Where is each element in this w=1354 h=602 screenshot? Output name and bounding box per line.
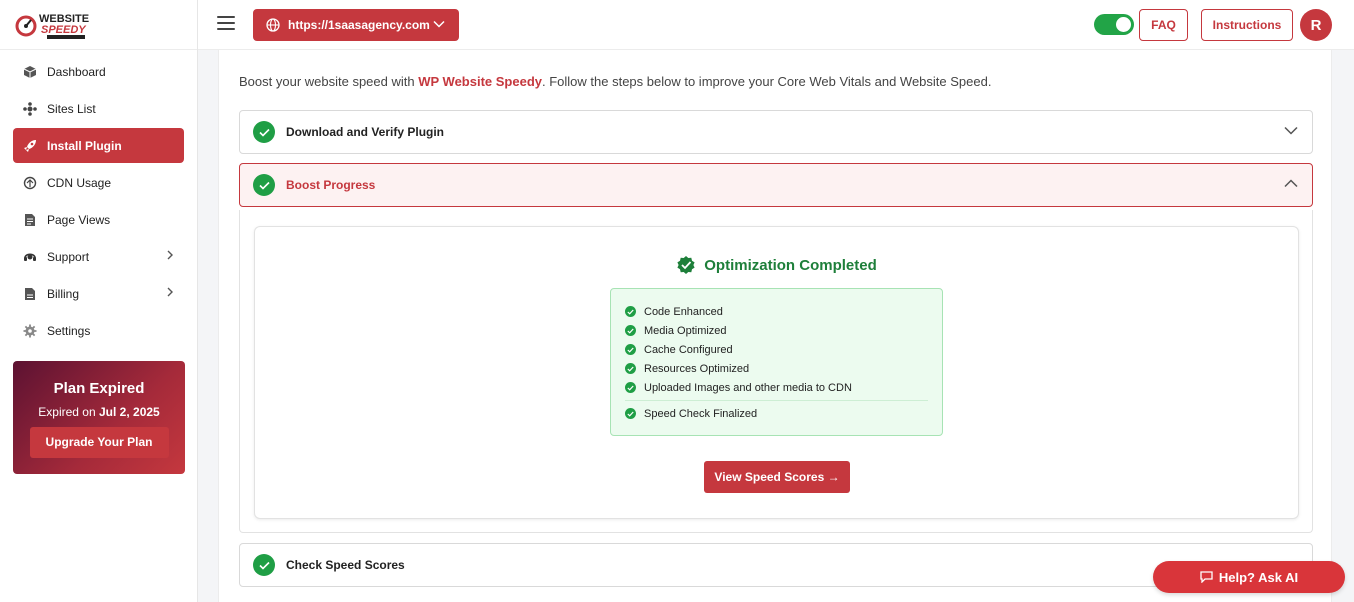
- optimization-steps-list: Code Enhanced Media Optimized Cache Conf…: [610, 288, 943, 436]
- sidebar-item-label: CDN Usage: [47, 175, 112, 190]
- svg-text:SPEEDY: SPEEDY: [41, 24, 87, 36]
- chevron-down-icon: [433, 20, 445, 28]
- gear-icon: [21, 322, 39, 340]
- list-item: Resources Optimized: [625, 359, 928, 378]
- site-selector-dropdown[interactable]: https://1saasagency.com: [253, 9, 459, 41]
- sidebar-item-billing[interactable]: Billing: [13, 276, 184, 311]
- chevron-down-icon: [1284, 126, 1298, 135]
- chevron-up-icon: [1284, 179, 1298, 188]
- billing-icon: [21, 285, 39, 303]
- sidebar-item-cdn-usage[interactable]: CDN Usage: [13, 165, 184, 200]
- document-icon: [21, 211, 39, 229]
- sidebar-item-label: Support: [47, 249, 90, 264]
- sidebar-item-sites-list[interactable]: Sites List: [13, 91, 184, 126]
- list-item: Speed Check Finalized: [625, 404, 928, 423]
- accordion-label: Download and Verify Plugin: [286, 125, 445, 139]
- headset-icon: [21, 248, 39, 266]
- accordion-download-verify-plugin[interactable]: Download and Verify Plugin: [239, 110, 1313, 154]
- list-item: Cache Configured: [625, 340, 928, 359]
- sidebar-item-label: Billing: [47, 286, 80, 301]
- check-circle-icon: [625, 363, 636, 374]
- accordion-label: Check Speed Scores: [286, 558, 405, 572]
- mode-toggle[interactable]: [1094, 14, 1134, 35]
- optimization-title: Optimization Completed: [255, 255, 1298, 275]
- sidebar-item-label: Page Views: [47, 212, 111, 227]
- check-circle-icon: [625, 325, 636, 336]
- sites-icon: [21, 100, 39, 118]
- logo[interactable]: WEBSITE SPEEDY: [0, 0, 197, 50]
- sidebar-item-settings[interactable]: Settings: [13, 313, 184, 348]
- optimization-card: Optimization Completed Code Enhanced Med…: [254, 226, 1299, 519]
- check-circle-icon: [625, 306, 636, 317]
- chevron-right-icon: [167, 287, 173, 297]
- sidebar-item-install-plugin[interactable]: Install Plugin: [13, 128, 184, 163]
- verified-badge-icon: [677, 256, 695, 274]
- list-item: Code Enhanced: [625, 302, 928, 321]
- main-content: Boost your website speed with WP Website…: [218, 50, 1332, 602]
- check-circle-icon: [625, 344, 636, 355]
- plan-expired-card: Plan Expired Expired on Jul 2, 2025 Upgr…: [13, 361, 185, 474]
- intro-text: Boost your website speed with WP Website…: [239, 74, 992, 89]
- accordion-boost-progress[interactable]: Boost Progress: [239, 163, 1313, 207]
- sidebar-item-label: Sites List: [47, 101, 96, 116]
- rocket-icon: [21, 137, 39, 155]
- view-speed-scores-button[interactable]: View Speed Scores →: [704, 461, 850, 493]
- brand-name: WP Website Speedy: [418, 74, 542, 89]
- site-url: https://1saasagency.com: [288, 18, 430, 32]
- speedometer-logo-icon: WEBSITE SPEEDY: [15, 13, 89, 39]
- boost-progress-panel: Optimization Completed Code Enhanced Med…: [239, 210, 1313, 533]
- cdn-icon: [21, 174, 39, 192]
- plan-expiry-date: Jul 2, 2025: [99, 405, 160, 419]
- cube-icon: [21, 63, 39, 81]
- sidebar-item-support[interactable]: Support: [13, 239, 184, 274]
- sidebar: WEBSITE SPEEDY Dashboard Sites List Inst…: [0, 0, 198, 602]
- sidebar-item-dashboard[interactable]: Dashboard: [13, 54, 184, 89]
- instructions-button[interactable]: Instructions: [1201, 9, 1293, 41]
- accordion-label: Boost Progress: [286, 178, 376, 192]
- hamburger-menu-icon[interactable]: [217, 16, 235, 32]
- sidebar-item-label: Install Plugin: [47, 138, 122, 153]
- top-header: https://1saasagency.com FAQ Instructions…: [198, 0, 1354, 50]
- divider: [625, 400, 928, 401]
- check-circle-icon: [253, 121, 275, 143]
- upgrade-plan-button[interactable]: Upgrade Your Plan: [29, 427, 169, 458]
- plan-title: Plan Expired: [53, 380, 145, 397]
- check-circle-icon: [253, 174, 275, 196]
- accordion-check-speed-scores[interactable]: Check Speed Scores: [239, 543, 1313, 587]
- sidebar-item-label: Dashboard: [47, 64, 106, 79]
- check-circle-icon: [625, 408, 636, 419]
- sidebar-item-label: Settings: [47, 323, 91, 338]
- globe-icon: [266, 18, 280, 32]
- list-item: Uploaded Images and other media to CDN: [625, 378, 928, 397]
- check-circle-icon: [625, 382, 636, 393]
- faq-button[interactable]: FAQ: [1139, 9, 1188, 41]
- chevron-right-icon: [167, 250, 173, 260]
- plan-expiry: Expired on Jul 2, 2025: [38, 405, 160, 419]
- sidebar-item-page-views[interactable]: Page Views: [13, 202, 184, 237]
- check-circle-icon: [253, 554, 275, 576]
- list-item: Media Optimized: [625, 321, 928, 340]
- chat-icon: [1200, 571, 1213, 583]
- help-ask-ai-button[interactable]: Help? Ask AI: [1153, 561, 1345, 593]
- user-avatar[interactable]: R: [1300, 9, 1332, 41]
